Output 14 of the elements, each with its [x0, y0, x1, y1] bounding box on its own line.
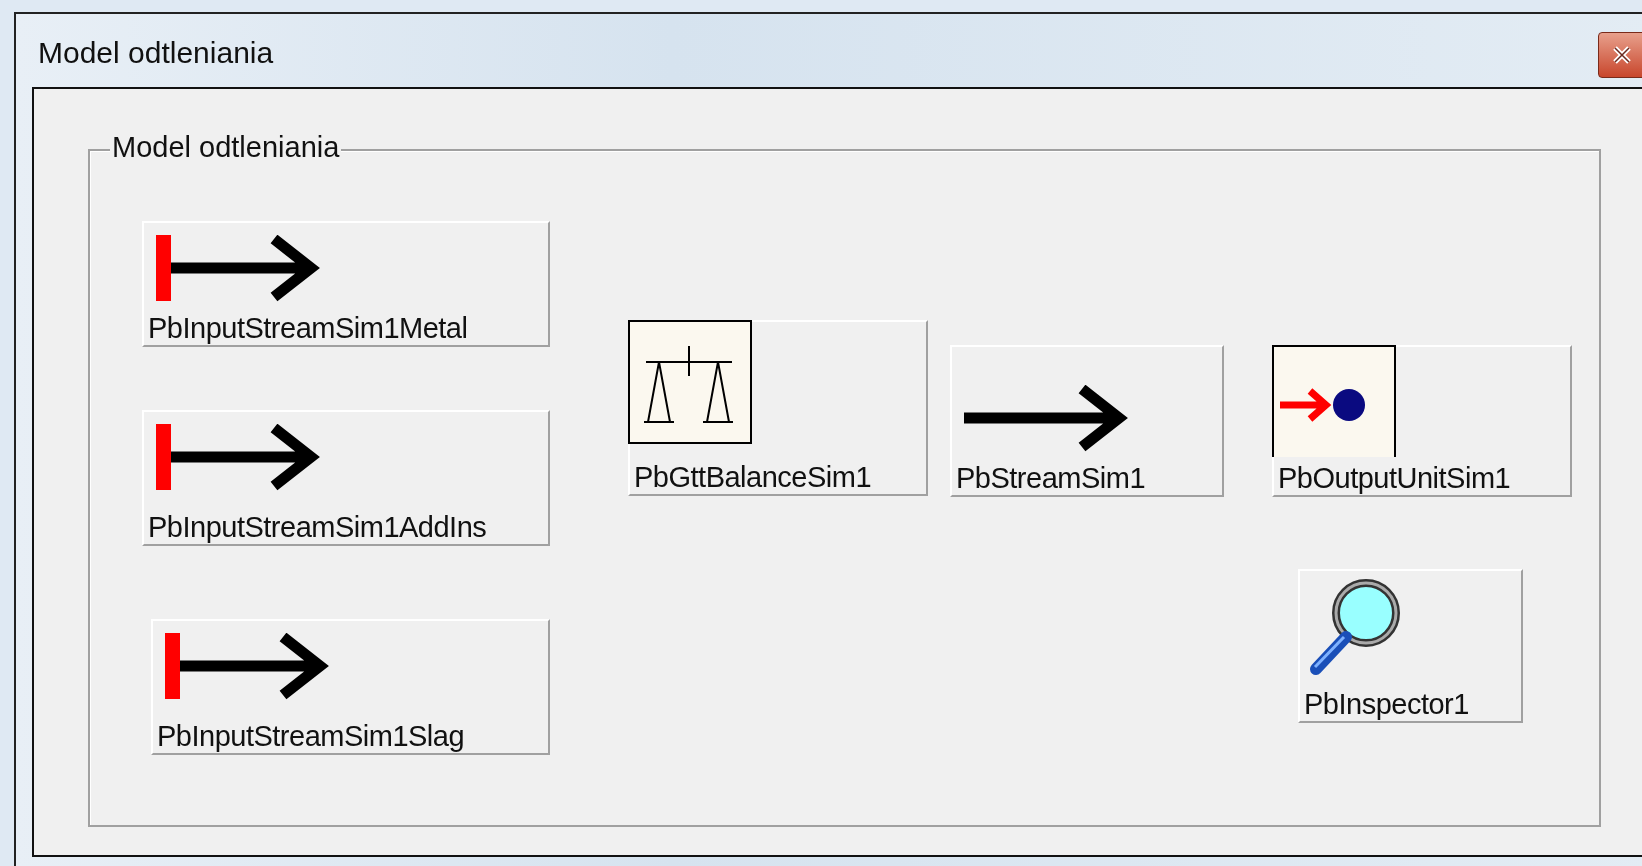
arrow-icon — [964, 385, 1129, 453]
input-arrow-icon — [156, 235, 321, 303]
component-label: PbStreamSim1 — [956, 461, 1145, 495]
component-label: PbOutputUnitSim1 — [1278, 461, 1511, 495]
component-label: PbInputStreamSim1Slag — [157, 719, 465, 753]
component-label: PbGttBalanceSim1 — [634, 460, 871, 494]
input-arrow-icon — [156, 424, 321, 492]
close-icon — [1611, 44, 1633, 66]
input-arrow-icon — [165, 633, 330, 701]
window-title: Model odtleniania — [38, 35, 274, 71]
close-button[interactable] — [1598, 32, 1642, 78]
component-label: PbInputStreamSim1AddIns — [148, 510, 487, 544]
component-label: PbInspector1 — [1304, 687, 1469, 721]
component-label: PbInputStreamSim1Metal — [148, 311, 468, 345]
